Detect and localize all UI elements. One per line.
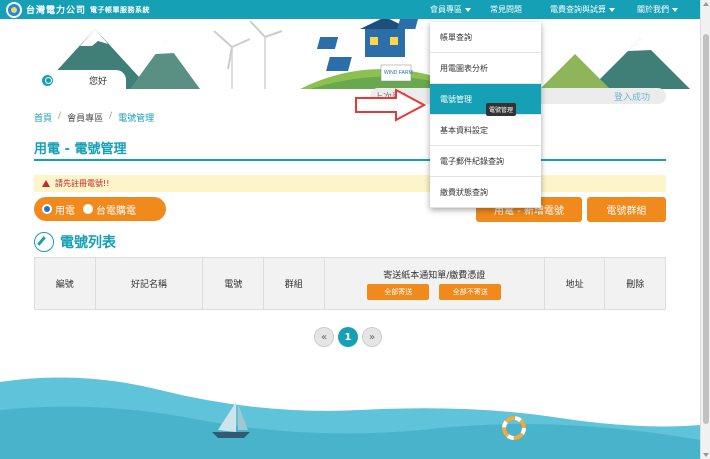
warning-icon xyxy=(42,180,50,187)
col-address: 地址 xyxy=(543,257,606,310)
radio-dot-icon xyxy=(83,204,93,214)
table-header-row: 編號 好記名稱 電號 群組 寄送紙本通知單/繳費憑證 全部寄送 全部不寄送 地址… xyxy=(34,257,666,310)
col-nickname: 好記名稱 xyxy=(94,257,204,310)
alert-banner: 請先註冊電號!! xyxy=(34,175,666,192)
breadcrumb-member[interactable]: 會員專區 xyxy=(67,111,103,124)
title-divider xyxy=(34,159,666,161)
taipower-logo-icon xyxy=(6,1,22,18)
col-account: 電號 xyxy=(202,257,265,310)
nav-about[interactable]: 關於我們 xyxy=(637,0,678,19)
radio-label: 台電購電 xyxy=(96,205,136,217)
page-title: 用電 - 電號管理 xyxy=(34,142,127,157)
chevron-down-icon xyxy=(672,7,678,12)
nav-label: 關於我們 xyxy=(637,5,669,14)
logo[interactable]: 台灣電力公司 電子帳單服務系統 xyxy=(6,1,150,18)
wave-illustration xyxy=(0,377,700,459)
greeting-tab: 您好 xyxy=(34,70,126,90)
radio-label: 用電 xyxy=(55,205,75,217)
footer-waves xyxy=(0,370,700,459)
account-group-button[interactable]: 電號群組 xyxy=(587,197,666,222)
red-arrow-icon xyxy=(355,88,426,122)
nav-member[interactable]: 會員專區 xyxy=(430,0,471,19)
login-success-text: 登入成功 xyxy=(613,93,650,103)
menu-item-payment-status[interactable]: 繳費狀態查詢 xyxy=(430,177,541,208)
page-1-button[interactable]: 1 xyxy=(338,327,358,347)
wind-farm-sign: WIND FARM xyxy=(384,70,413,76)
col-paper-notice: 寄送紙本通知單/繳費憑證 全部寄送 全部不寄送 xyxy=(323,257,545,310)
section-title: 電號列表 xyxy=(34,232,116,252)
breadcrumb-current[interactable]: 電號管理 xyxy=(118,111,154,124)
scroll-up-icon[interactable] xyxy=(703,2,709,6)
pagination: « 1 » xyxy=(314,327,382,347)
vertical-scrollbar[interactable] xyxy=(700,0,710,459)
nav-label: 會員專區 xyxy=(430,5,462,14)
section-title-text: 電號列表 xyxy=(60,235,116,251)
radio-purchase[interactable]: 台電購電 xyxy=(83,202,136,217)
account-table: 編號 好記名稱 電號 群組 寄送紙本通知單/繳費憑證 全部寄送 全部不寄送 地址… xyxy=(34,257,666,310)
nav-faq[interactable]: 常見問題 xyxy=(490,0,522,19)
col-delete: 刪除 xyxy=(604,257,666,310)
nav-label: 電費查詢與試算 xyxy=(550,5,606,14)
edit-icon xyxy=(34,232,54,252)
breadcrumb-separator: / xyxy=(58,111,62,121)
alert-text: 請先註冊電號!! xyxy=(55,179,110,188)
menu-item-usage-chart[interactable]: 用電圖表分析 xyxy=(430,53,541,84)
menu-item-email-log[interactable]: 電子郵件紀錄查詢 xyxy=(430,146,541,177)
nav-billing[interactable]: 電費查詢與試算 xyxy=(550,0,615,19)
breadcrumb: 首頁 / 會員專區 / 電號管理 xyxy=(34,111,154,124)
greeting-text: 您好 xyxy=(89,76,108,87)
breadcrumb-home[interactable]: 首頁 xyxy=(34,111,52,124)
tooltip: 電號管理 xyxy=(486,103,517,116)
top-nav: 台灣電力公司 電子帳單服務系統 會員專區 常見問題 電費查詢與試算 關於我們 xyxy=(0,0,700,19)
scroll-thumb[interactable] xyxy=(703,34,709,424)
scroll-down-icon[interactable] xyxy=(703,453,709,457)
send-all-button[interactable]: 全部寄送 xyxy=(367,283,430,300)
send-none-button[interactable]: 全部不寄送 xyxy=(439,283,502,300)
account-type-toggle: 用電 台電購電 xyxy=(34,197,166,221)
chevron-down-icon xyxy=(465,7,471,12)
col-number: 編號 xyxy=(34,257,96,310)
radio-usage[interactable]: 用電 xyxy=(42,202,75,217)
user-icon xyxy=(42,74,53,86)
brand-name: 台灣電力公司 xyxy=(26,6,87,16)
next-page-button[interactable]: » xyxy=(362,327,382,347)
prev-page-button[interactable]: « xyxy=(314,327,334,347)
radio-dot-icon xyxy=(42,204,52,214)
chevron-down-icon xyxy=(609,7,615,12)
col-paper-notice-label: 寄送紙本通知單/繳費憑證 xyxy=(383,270,486,281)
menu-item-profile-settings[interactable]: 基本資料設定 xyxy=(430,115,541,146)
brand-subtitle: 電子帳單服務系統 xyxy=(90,5,151,14)
paper-notice-actions: 全部寄送 全部不寄送 xyxy=(325,283,544,300)
menu-item-bill-query[interactable]: 帳單查詢 xyxy=(430,22,541,53)
nav-label: 常見問題 xyxy=(490,5,522,14)
col-group: 群組 xyxy=(263,257,325,310)
breadcrumb-separator: / xyxy=(109,111,113,121)
